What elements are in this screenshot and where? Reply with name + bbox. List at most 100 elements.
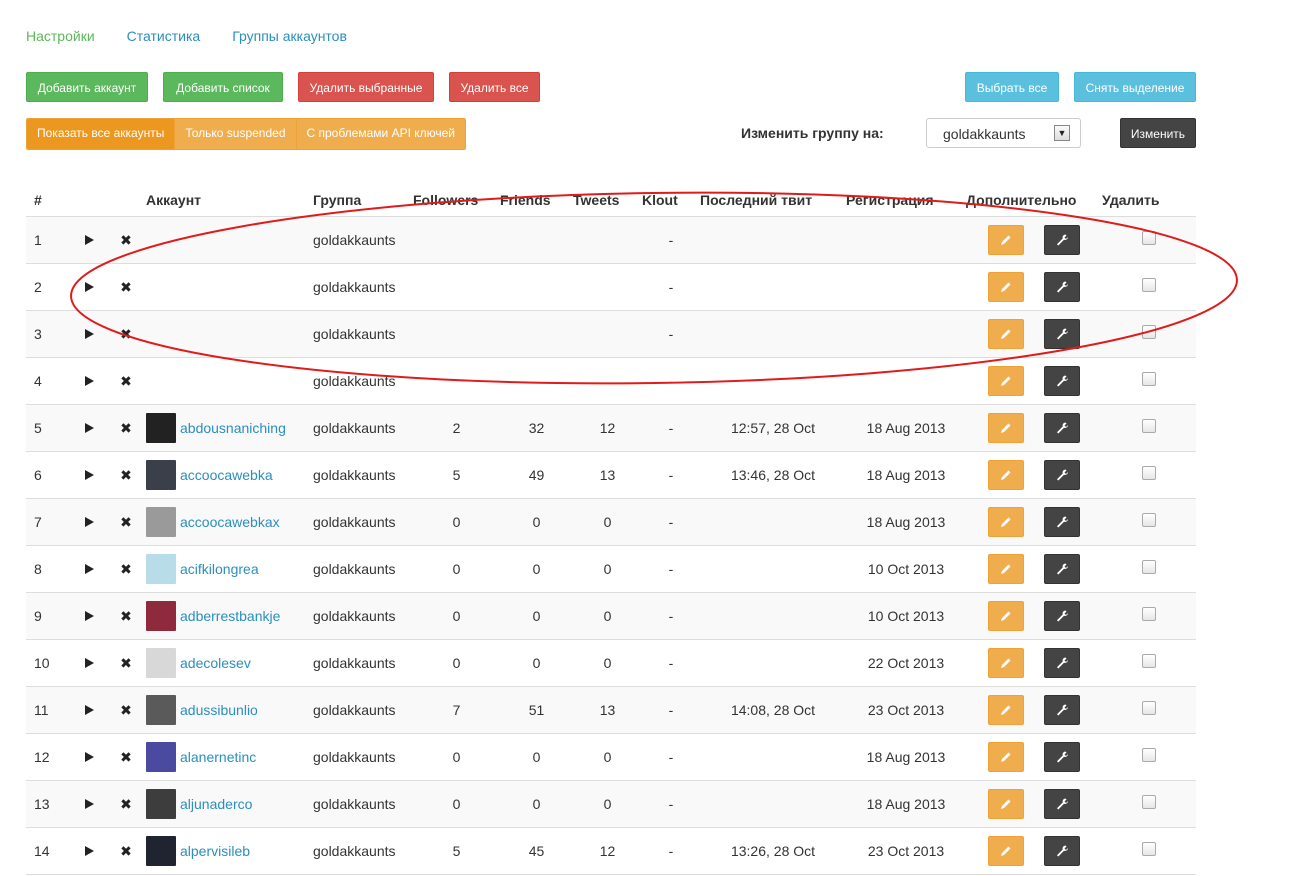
play-icon[interactable] xyxy=(84,752,94,762)
play-icon[interactable] xyxy=(84,376,94,386)
filter-suspended-button[interactable]: Только suspended xyxy=(175,119,297,149)
play-icon[interactable] xyxy=(84,517,94,527)
settings-button[interactable] xyxy=(1044,272,1080,302)
close-icon[interactable]: ✖ xyxy=(120,655,132,671)
header-klout[interactable]: Klout xyxy=(642,184,700,217)
delete-checkbox[interactable] xyxy=(1142,231,1156,245)
delete-checkbox[interactable] xyxy=(1142,795,1156,809)
settings-button[interactable] xyxy=(1044,554,1080,584)
close-icon[interactable]: ✖ xyxy=(120,796,132,812)
close-icon[interactable]: ✖ xyxy=(120,467,132,483)
play-icon[interactable] xyxy=(84,658,94,668)
edit-button[interactable] xyxy=(988,272,1024,302)
settings-button[interactable] xyxy=(1044,413,1080,443)
play-icon[interactable] xyxy=(84,470,94,480)
close-icon[interactable]: ✖ xyxy=(120,420,132,436)
edit-button[interactable] xyxy=(988,789,1024,819)
edit-button[interactable] xyxy=(988,319,1024,349)
account-link[interactable]: adberrestbankje xyxy=(180,608,280,624)
close-icon[interactable]: ✖ xyxy=(120,232,132,248)
account-link[interactable]: alanernetinc xyxy=(180,749,256,765)
settings-button[interactable] xyxy=(1044,695,1080,725)
settings-button[interactable] xyxy=(1044,601,1080,631)
settings-button[interactable] xyxy=(1044,836,1080,866)
close-icon[interactable]: ✖ xyxy=(120,749,132,765)
account-link[interactable]: accoocawebkax xyxy=(180,514,280,530)
delete-checkbox[interactable] xyxy=(1142,560,1156,574)
delete-checkbox[interactable] xyxy=(1142,748,1156,762)
play-icon[interactable] xyxy=(84,329,94,339)
group-select[interactable]: goldakkaunts ▼ xyxy=(926,118,1081,148)
settings-button[interactable] xyxy=(1044,789,1080,819)
settings-button[interactable] xyxy=(1044,460,1080,490)
play-icon[interactable] xyxy=(84,846,94,856)
play-icon[interactable] xyxy=(84,799,94,809)
nav-stats-link[interactable]: Статистика xyxy=(127,28,201,44)
close-icon[interactable]: ✖ xyxy=(120,702,132,718)
close-icon[interactable]: ✖ xyxy=(120,326,132,342)
header-account[interactable]: Аккаунт xyxy=(146,184,313,217)
settings-button[interactable] xyxy=(1044,225,1080,255)
deselect-button[interactable]: Снять выделение xyxy=(1074,72,1196,102)
delete-checkbox[interactable] xyxy=(1142,513,1156,527)
play-icon[interactable] xyxy=(84,611,94,621)
add-account-button[interactable]: Добавить аккаунт xyxy=(26,72,148,102)
play-icon[interactable] xyxy=(84,423,94,433)
edit-button[interactable] xyxy=(988,742,1024,772)
delete-all-button[interactable]: Удалить все xyxy=(449,72,540,102)
filter-api-button[interactable]: С проблемами API ключей xyxy=(296,119,465,149)
header-followers[interactable]: Followers xyxy=(413,184,500,217)
header-group[interactable]: Группа xyxy=(313,184,413,217)
header-tweets[interactable]: Tweets xyxy=(573,184,642,217)
play-icon[interactable] xyxy=(84,564,94,574)
apply-group-button[interactable]: Изменить xyxy=(1120,118,1196,148)
account-link[interactable]: abdousnaniching xyxy=(180,420,286,436)
play-icon[interactable] xyxy=(84,705,94,715)
edit-button[interactable] xyxy=(988,648,1024,678)
filter-all-button[interactable]: Показать все аккаунты xyxy=(27,119,176,149)
close-icon[interactable]: ✖ xyxy=(120,279,132,295)
delete-checkbox[interactable] xyxy=(1142,607,1156,621)
header-friends[interactable]: Friends xyxy=(500,184,573,217)
edit-button[interactable] xyxy=(988,836,1024,866)
delete-checkbox[interactable] xyxy=(1142,466,1156,480)
settings-button[interactable] xyxy=(1044,742,1080,772)
close-icon[interactable]: ✖ xyxy=(120,608,132,624)
account-link[interactable]: adussibunlio xyxy=(180,702,258,718)
account-link[interactable]: alpervisileb xyxy=(180,843,250,859)
add-list-button[interactable]: Добавить список xyxy=(163,72,283,102)
delete-selected-button[interactable]: Удалить выбранные xyxy=(298,72,434,102)
delete-checkbox[interactable] xyxy=(1142,419,1156,433)
nav-settings-link[interactable]: Настройки xyxy=(26,28,95,44)
edit-button[interactable] xyxy=(988,460,1024,490)
delete-checkbox[interactable] xyxy=(1142,325,1156,339)
account-link[interactable]: adecolesev xyxy=(180,655,251,671)
edit-button[interactable] xyxy=(988,366,1024,396)
account-link[interactable]: aljunaderco xyxy=(180,796,252,812)
edit-button[interactable] xyxy=(988,507,1024,537)
edit-button[interactable] xyxy=(988,601,1024,631)
edit-button[interactable] xyxy=(988,695,1024,725)
play-icon[interactable] xyxy=(84,235,94,245)
close-icon[interactable]: ✖ xyxy=(120,561,132,577)
header-registered[interactable]: Регистрация xyxy=(846,184,966,217)
header-last-tweet[interactable]: Последний твит xyxy=(700,184,846,217)
nav-groups-link[interactable]: Группы аккаунтов xyxy=(232,28,347,44)
delete-checkbox[interactable] xyxy=(1142,372,1156,386)
settings-button[interactable] xyxy=(1044,366,1080,396)
delete-checkbox[interactable] xyxy=(1142,654,1156,668)
edit-button[interactable] xyxy=(988,413,1024,443)
close-icon[interactable]: ✖ xyxy=(120,843,132,859)
settings-button[interactable] xyxy=(1044,319,1080,349)
settings-button[interactable] xyxy=(1044,507,1080,537)
close-icon[interactable]: ✖ xyxy=(120,514,132,530)
account-link[interactable]: accoocawebka xyxy=(180,467,273,483)
account-link[interactable]: acifkilongrea xyxy=(180,561,259,577)
chevron-down-icon[interactable]: ▼ xyxy=(1054,125,1070,141)
delete-checkbox[interactable] xyxy=(1142,842,1156,856)
delete-checkbox[interactable] xyxy=(1142,278,1156,292)
select-all-button[interactable]: Выбрать все xyxy=(965,72,1059,102)
settings-button[interactable] xyxy=(1044,648,1080,678)
delete-checkbox[interactable] xyxy=(1142,701,1156,715)
close-icon[interactable]: ✖ xyxy=(120,373,132,389)
